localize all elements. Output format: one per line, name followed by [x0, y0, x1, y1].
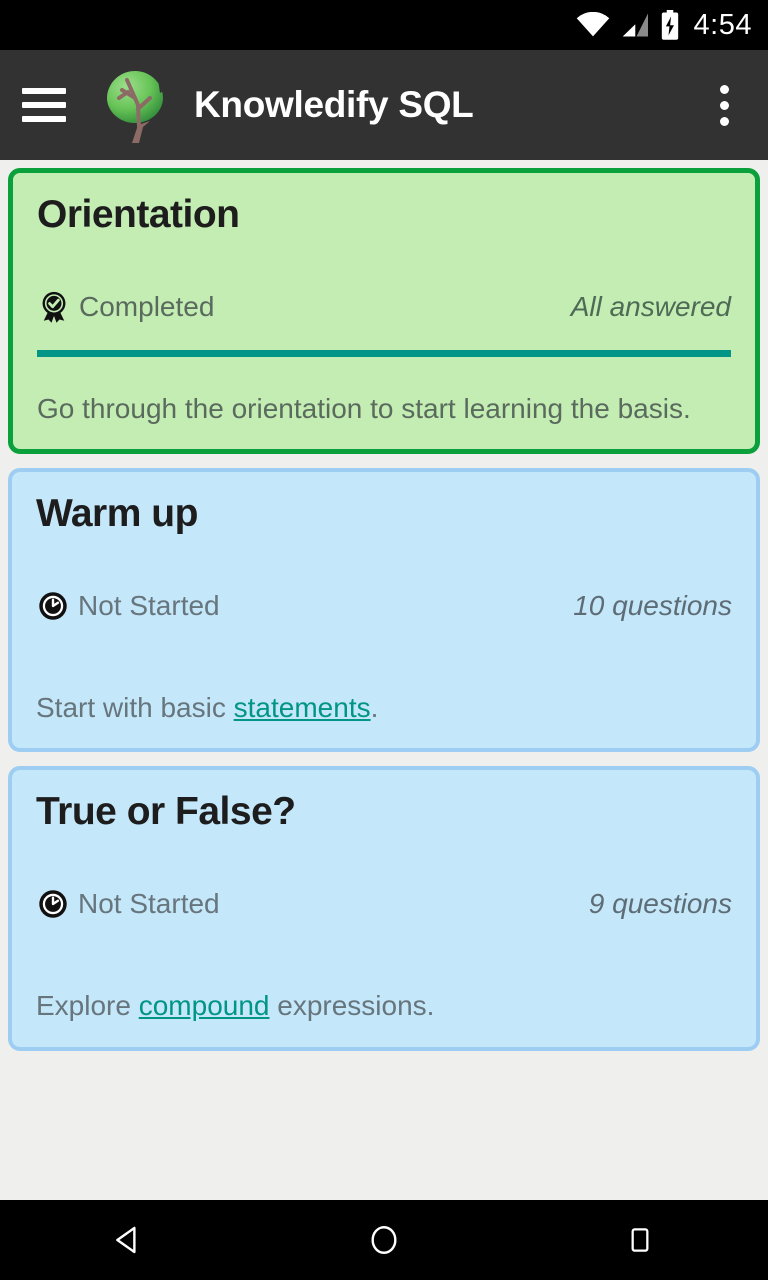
card-description: Go through the orientation to start lear… — [37, 391, 731, 427]
card-description-prefix: Explore — [36, 990, 139, 1022]
card-title: True or False? — [36, 790, 296, 834]
clock-icon — [36, 589, 70, 623]
status-bar: 4:54 — [0, 0, 768, 50]
card-description-link[interactable]: statements — [234, 692, 371, 723]
card-progress-fill — [36, 947, 732, 954]
card-question-count: 9 questions — [588, 888, 732, 920]
app-toolbar: Knowledify SQL — [0, 50, 768, 160]
card-description-suffix: expressions. — [269, 990, 435, 1022]
wifi-icon — [576, 12, 610, 38]
card-status-row: Completed All answered — [37, 290, 731, 324]
card-question-count: All answered — [570, 290, 731, 322]
card-status-row: Not Started 9 questions — [36, 887, 732, 921]
card-description: Start with basic statements. — [36, 690, 732, 726]
card-status-label: Not Started — [78, 888, 220, 920]
battery-charging-icon — [660, 10, 680, 40]
page-title: Knowledify SQL — [194, 84, 474, 125]
card-description: Explore compound expressions. — [36, 988, 732, 1024]
tree-logo-icon — [98, 65, 172, 145]
card-description-prefix: Start with basic — [36, 692, 234, 724]
card-question-count: 10 questions — [573, 590, 732, 622]
cell-signal-icon — [620, 12, 650, 38]
card-description-text: Go through the orientation to start lear… — [37, 392, 691, 424]
back-nav-icon[interactable] — [68, 1200, 188, 1280]
card-description-link[interactable]: compound — [139, 990, 270, 1021]
lesson-card-list: Orientation Completed All answered Go th… — [0, 160, 768, 1051]
card-progress-track — [36, 649, 732, 656]
phone-screen: 4:54 Knowledify SQL Orientation Complete… — [0, 0, 768, 1280]
card-status-label: Not Started — [78, 590, 220, 622]
card-description-suffix: . — [370, 692, 379, 724]
android-navigation-bar — [0, 1200, 768, 1280]
home-nav-icon[interactable] — [324, 1200, 444, 1280]
card-progress-track — [36, 947, 732, 954]
hamburger-menu-icon[interactable] — [22, 88, 66, 122]
lesson-card-orientation[interactable]: Orientation Completed All answered Go th… — [8, 168, 760, 455]
lesson-card-warm-up[interactable]: Warm up Not Started 10 questions Start w… — [8, 468, 760, 753]
clock-icon — [36, 887, 70, 921]
status-bar-clock: 4:54 — [693, 8, 752, 41]
card-title: Orientation — [37, 193, 240, 236]
award-badge-icon — [37, 290, 71, 324]
lesson-card-true-or-false[interactable]: True or False? Not Started 9 questions E… — [8, 766, 760, 1051]
card-status-label: Completed — [79, 290, 215, 322]
card-progress-track — [37, 349, 731, 357]
card-progress-fill — [37, 349, 731, 357]
recents-nav-icon[interactable] — [580, 1200, 700, 1280]
card-status-row: Not Started 10 questions — [36, 589, 732, 623]
card-title: Warm up — [36, 492, 198, 536]
overflow-menu-icon[interactable] — [702, 83, 746, 127]
card-progress-fill — [36, 649, 732, 656]
